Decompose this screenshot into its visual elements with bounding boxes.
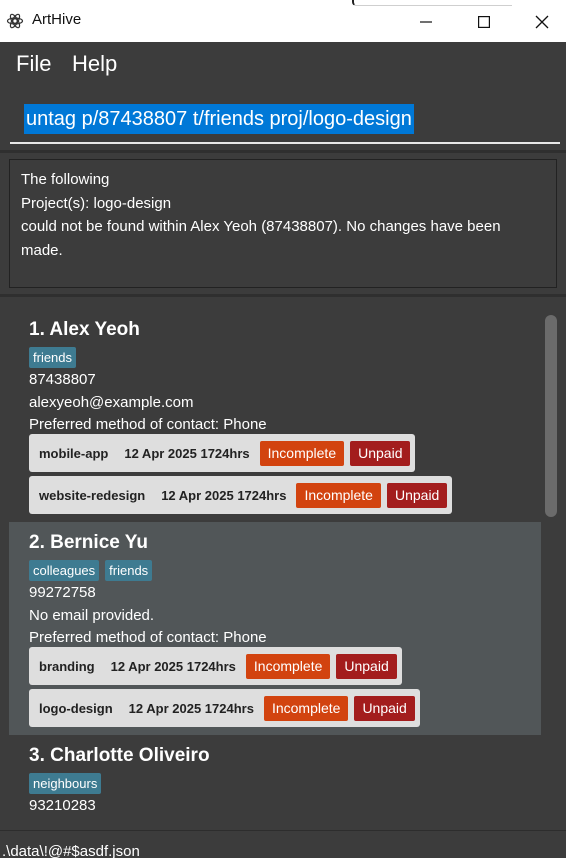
person-list[interactable]: 1. Alex Yeoh friends 87438807 alexyeoh@e… (9, 309, 541, 819)
maximize-icon (478, 16, 490, 28)
menu-file[interactable]: File (16, 51, 51, 77)
tag: neighbours (29, 773, 102, 794)
project-status-badge: Incomplete (259, 440, 345, 466)
project-status-badge: Incomplete (296, 482, 381, 508)
project-deadline: 12 Apr 2025 1724hrs (110, 658, 236, 674)
close-icon (535, 15, 549, 29)
command-input[interactable]: untag p/87438807 t/friends proj/logo-des… (10, 100, 560, 144)
project-item: website-redesign 12 Apr 2025 1724hrs Inc… (29, 476, 453, 514)
command-box: untag p/87438807 t/friends proj/logo-des… (0, 84, 566, 150)
result-text: The following Project(s): logo-design co… (21, 168, 541, 262)
menu-help[interactable]: Help (72, 51, 117, 77)
person-card[interactable]: 1. Alex Yeoh friends 87438807 alexyeoh@e… (9, 309, 541, 522)
payment-status-badge: Unpaid (350, 440, 411, 466)
project-item: logo-design 12 Apr 2025 1724hrs Incomple… (29, 689, 420, 727)
tag: colleagues (29, 560, 100, 581)
scrollbar-thumb[interactable] (545, 315, 557, 517)
project-name: logo-design (39, 700, 113, 716)
project-name: mobile-app (39, 445, 109, 461)
person-email: No email provided. (29, 607, 155, 624)
project-item: branding 12 Apr 2025 1724hrs Incomplete … (29, 647, 402, 685)
window-title: ArtHive (32, 11, 82, 28)
title-bar: ArtHive (0, 0, 566, 42)
result-display[interactable]: The following Project(s): logo-design co… (9, 159, 557, 288)
project-name: website-redesign (39, 487, 146, 503)
status-bar: .\data\!@#$asdf.json (0, 830, 566, 858)
person-name: 2. Bernice Yu (29, 532, 148, 553)
tag: friends (29, 347, 77, 368)
person-phone: 93210283 (29, 797, 96, 814)
payment-status-badge: Unpaid (336, 653, 397, 679)
project-item: mobile-app 12 Apr 2025 1724hrs Incomplet… (29, 434, 416, 472)
person-email: alexyeoh@example.com (29, 394, 194, 411)
project-name: branding (39, 658, 95, 674)
result-line: Project(s): logo-design (21, 194, 172, 212)
close-button[interactable] (513, 4, 566, 40)
command-input-text: untag p/87438807 t/friends proj/logo-des… (24, 104, 414, 134)
minimize-icon (420, 21, 432, 23)
person-phone: 87438807 (29, 371, 96, 388)
result-line: could not be found within Alex Yeoh (874… (21, 218, 501, 259)
person-contact-method: Preferred method of contact: Phone (29, 416, 267, 433)
result-line: The following (21, 171, 110, 188)
project-deadline: 12 Apr 2025 1724hrs (124, 445, 250, 461)
person-name: 3. Charlotte Oliveiro (29, 745, 210, 766)
project-deadline: 12 Apr 2025 1724hrs (128, 700, 254, 716)
project-status-badge: Incomplete (245, 653, 331, 679)
person-card[interactable]: 3. Charlotte Oliveiro neighbours 9321028… (9, 735, 541, 819)
person-card[interactable]: 2. Bernice Yu colleagues friends 9927275… (9, 522, 541, 735)
maximize-button[interactable] (455, 4, 513, 40)
tag: friends (105, 560, 153, 581)
person-name: 1. Alex Yeoh (29, 319, 140, 340)
tag-list: friends (29, 347, 77, 368)
person-phone: 99272758 (29, 584, 96, 601)
tag-list: neighbours (29, 773, 102, 794)
minimize-button[interactable] (397, 4, 455, 40)
app-logo-icon (6, 13, 24, 29)
person-contact-method: Preferred method of contact: Phone (29, 629, 267, 646)
divider (0, 150, 566, 153)
save-file-path: .\data\!@#$asdf.json (2, 843, 140, 858)
project-deadline: 12 Apr 2025 1724hrs (161, 487, 287, 503)
payment-status-badge: Unpaid (386, 482, 448, 508)
project-status-badge: Incomplete (263, 695, 349, 721)
divider (0, 294, 566, 297)
tag-list: colleagues friends (29, 560, 153, 581)
payment-status-badge: Unpaid (354, 695, 415, 721)
menu-bar: File Help (0, 42, 566, 84)
list-scrollbar[interactable] (541, 309, 561, 819)
